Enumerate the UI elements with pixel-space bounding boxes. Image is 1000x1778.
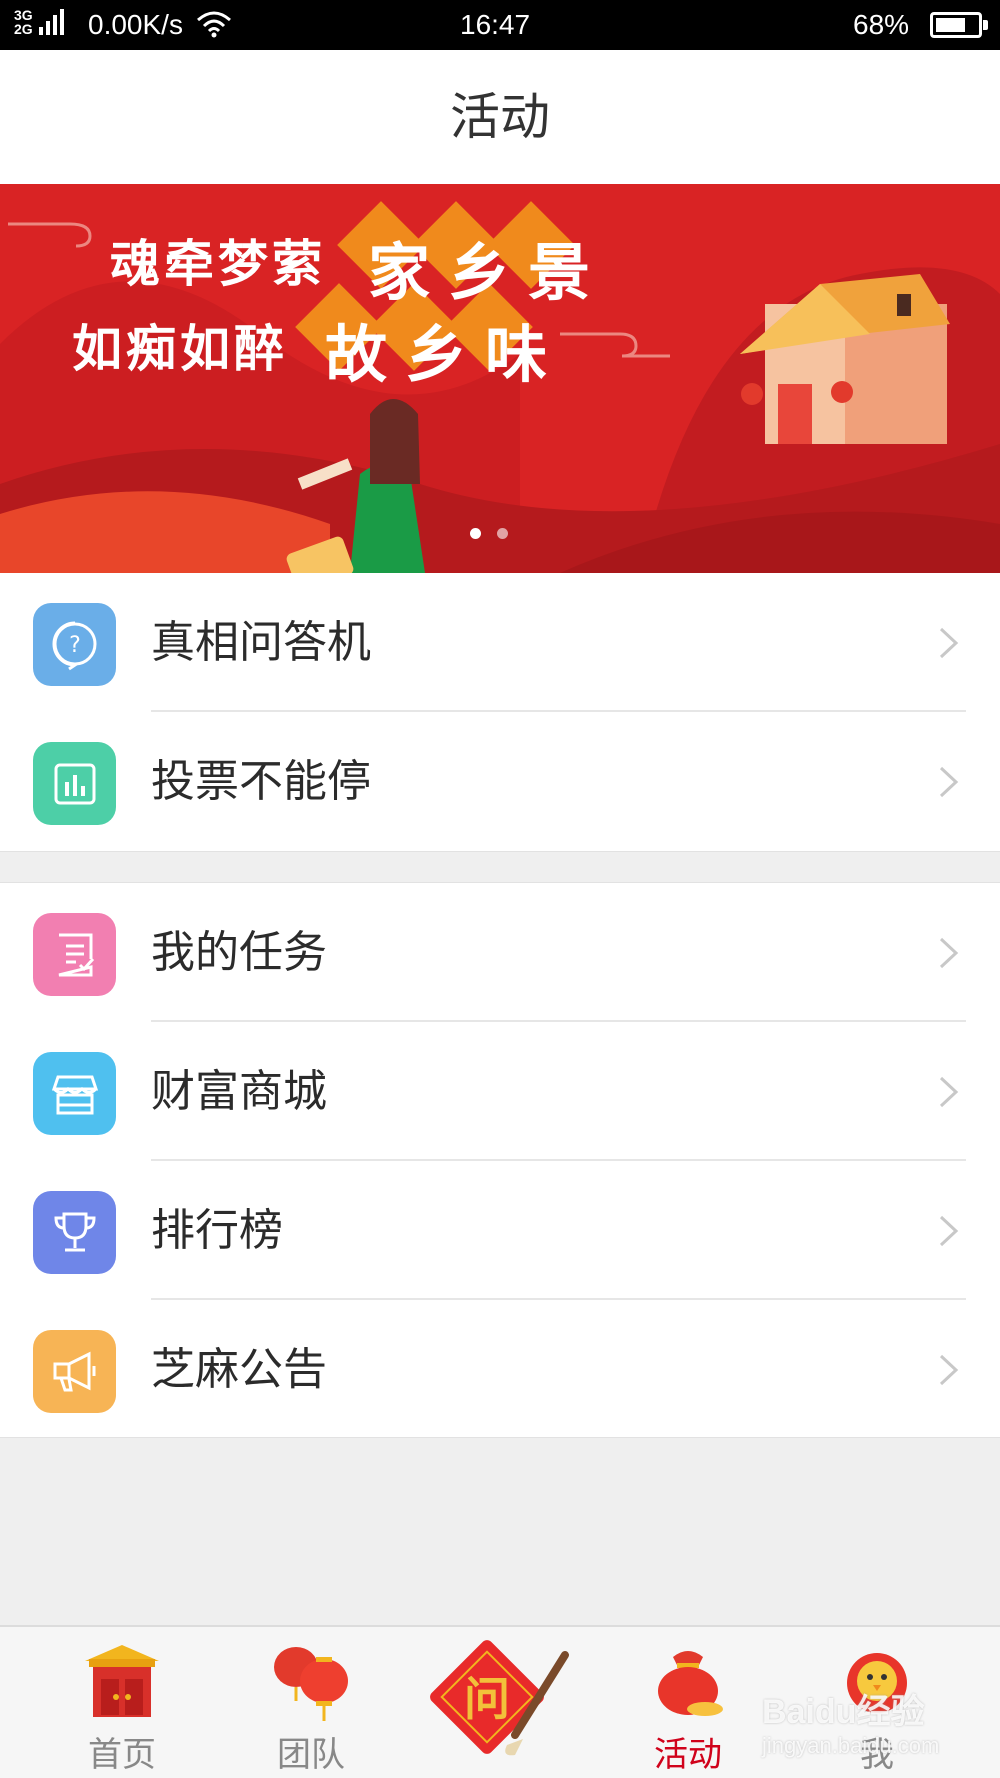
nav-label: 团队 <box>277 1735 345 1775</box>
chevron-right-icon <box>939 937 959 969</box>
network-type-top: 3G <box>14 7 33 23</box>
megaphone-icon <box>33 1330 116 1413</box>
menu-item-label: 芝麻公告 <box>151 1344 327 1395</box>
banner-highlight-2: 故乡味 <box>325 318 566 391</box>
menu-item-label: 排行榜 <box>151 1205 283 1256</box>
trophy-icon <box>33 1191 116 1274</box>
nav-center-ask[interactable]: 问 <box>415 1615 595 1775</box>
title-bar: 活动 <box>0 50 1000 184</box>
question-bubble-icon: ? <box>33 603 116 686</box>
menu-item-vote[interactable]: 投票不能停 <box>0 712 1000 851</box>
menu-item-label: 财富商城 <box>151 1066 327 1117</box>
banner-line-2: 如痴如醉 <box>72 319 288 378</box>
signal-bars-icon <box>38 9 64 35</box>
menu-item-ranking[interactable]: 排行榜 <box>0 1161 1000 1300</box>
network-type-bottom: 2G <box>14 21 33 37</box>
menu-item-label: 我的任务 <box>151 927 327 978</box>
calligraphy-brush-icon: 问 <box>430 1640 569 1756</box>
clock: 16:47 <box>460 9 531 40</box>
chevron-right-icon <box>939 1215 959 1247</box>
banner-highlight-1: 家乡景 <box>368 236 609 309</box>
chevron-right-icon <box>939 1354 959 1386</box>
nav-team[interactable]: 团队 <box>221 1627 401 1778</box>
center-char: 问 <box>464 1672 510 1726</box>
banner-line-1: 魂牵梦萦 <box>110 234 326 293</box>
chevron-right-icon <box>939 766 959 798</box>
lucky-bag-icon <box>658 1651 723 1716</box>
watermark: Baidu经验 jingyan.baidu.com <box>762 1684 939 1759</box>
bar-chart-icon <box>33 742 116 825</box>
watermark-url: jingyan.baidu.com <box>762 1733 940 1758</box>
nav-home[interactable]: 首页 <box>32 1627 212 1778</box>
chevron-right-icon <box>939 1076 959 1108</box>
page-title: 活动 <box>450 88 550 146</box>
menu-item-tasks[interactable]: 我的任务 <box>0 883 1000 1022</box>
menu-item-notice[interactable]: 芝麻公告 <box>0 1300 1000 1439</box>
banner-dot-2[interactable] <box>497 528 508 539</box>
banner-dot-1[interactable] <box>470 528 481 539</box>
banner-pagination[interactable] <box>470 528 508 539</box>
task-list-icon <box>33 913 116 996</box>
menu-group-2: 我的任务 财富商城 排行榜 芝麻公告 <box>0 882 1000 1438</box>
menu-item-shop[interactable]: 财富商城 <box>0 1022 1000 1161</box>
nav-label: 首页 <box>88 1735 156 1775</box>
menu-group-1: ? 真相问答机 投票不能停 <box>0 573 1000 852</box>
status-bar: 3G 2G 0.00K/s 16:47 68% <box>0 0 1000 50</box>
battery-percent: 68% <box>853 9 910 40</box>
menu-item-label: 投票不能停 <box>151 756 371 807</box>
nav-activity[interactable]: 活动 <box>598 1627 778 1778</box>
shop-icon <box>33 1052 116 1135</box>
lantern-icon <box>274 1647 348 1721</box>
chevron-right-icon <box>939 627 959 659</box>
temple-gate-icon <box>85 1645 159 1717</box>
signal-indicator: 3G 2G <box>14 8 64 36</box>
wifi-icon <box>197 11 231 38</box>
menu-item-quiz[interactable]: ? 真相问答机 <box>0 573 1000 712</box>
menu-item-label: 真相问答机 <box>151 617 371 668</box>
nav-label: 活动 <box>654 1735 722 1775</box>
network-speed: 0.00K/s <box>88 9 183 40</box>
battery-icon <box>930 12 988 38</box>
svg-text:?: ? <box>69 633 81 658</box>
bottom-nav: 首页 团队 问 活动 我 Baidu经验 jingyan.baidu.com <box>0 1625 1000 1778</box>
watermark-brand: Baidu经验 <box>762 1693 925 1731</box>
promo-banner[interactable]: 魂牵梦萦 家乡景 如痴如醉 故乡味 <box>0 184 1000 573</box>
